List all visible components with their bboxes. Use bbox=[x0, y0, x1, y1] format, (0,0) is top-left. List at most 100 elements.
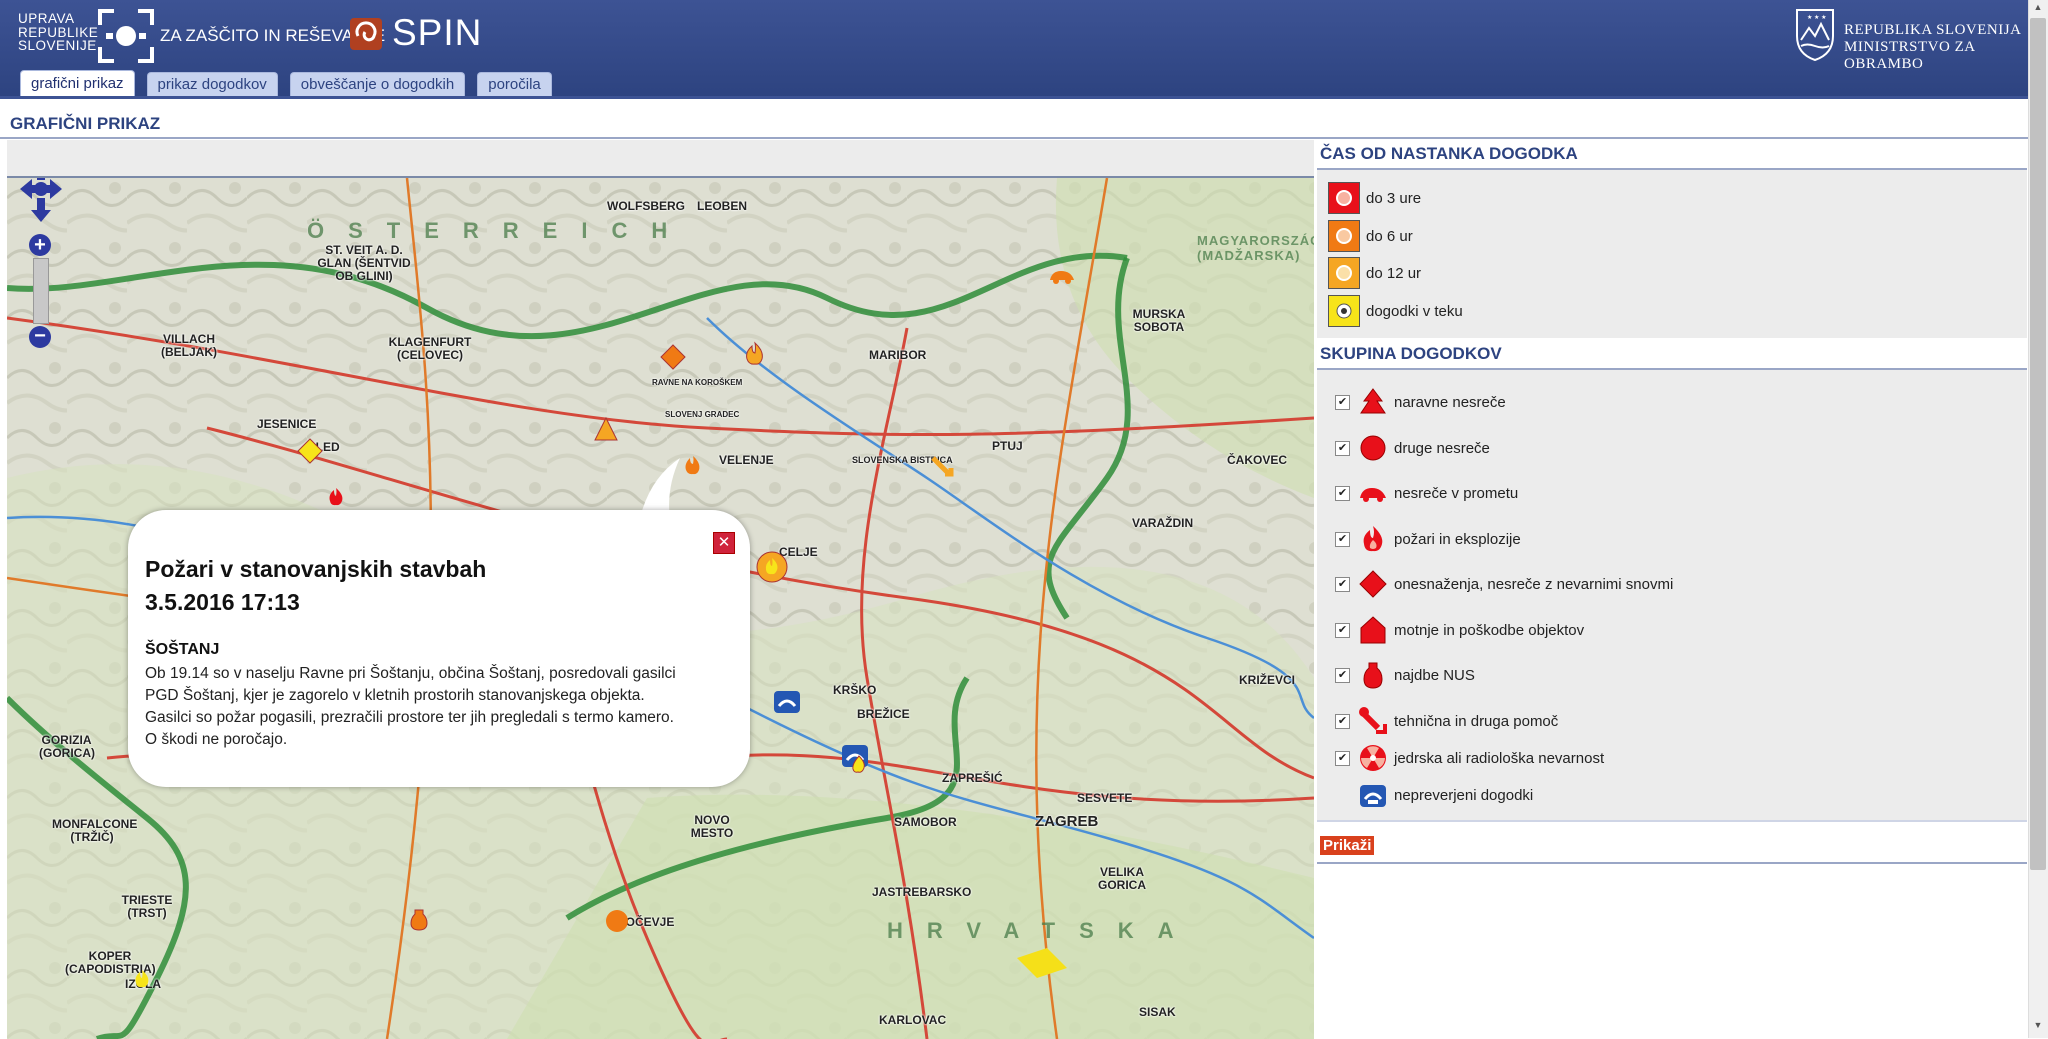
header: UPRAVA REPUBLIKE SLOVENIJE ZA ZAŠČITO IN… bbox=[0, 0, 2028, 98]
map-label: VILLACH (BELJAK) bbox=[161, 332, 217, 359]
legend-swatch bbox=[1328, 182, 1360, 214]
group-label: onesnaženja, nesreče z nevarnimi snovmi bbox=[1394, 575, 1674, 593]
map-marker-fire[interactable] bbox=[755, 550, 791, 584]
map-label: BREŽICE bbox=[857, 707, 910, 721]
group-item-naravne[interactable]: ✔ naravne nesreče bbox=[1335, 387, 1506, 417]
tab-obvescanje[interactable]: obveščanje o dogodkih bbox=[289, 72, 466, 97]
map-marker-other[interactable] bbox=[604, 908, 630, 934]
coat-of-arms-icon: ★ ★ ★ bbox=[1796, 9, 1834, 62]
group-item-nus[interactable]: ✔ najdbe NUS bbox=[1335, 660, 1475, 690]
map-label: MONFALCONE (TRŽIČ) bbox=[52, 817, 138, 844]
map-marker-nus[interactable] bbox=[409, 906, 429, 932]
group-checkbox[interactable]: ✔ bbox=[1335, 667, 1350, 683]
group-item-druge[interactable]: ✔ druge nesreče bbox=[1335, 433, 1490, 463]
pan-control[interactable] bbox=[18, 176, 64, 224]
urszr-logo-text: UPRAVA REPUBLIKE SLOVENIJE bbox=[18, 12, 98, 53]
grenade-icon bbox=[1363, 662, 1383, 689]
group-item-motnje[interactable]: ✔ motnje in poškodbe objektov bbox=[1335, 615, 1584, 645]
map-label: KARLOVAC bbox=[879, 1013, 947, 1027]
page-title: GRAFIČNI PRIKAZ bbox=[10, 114, 161, 133]
phone-icon bbox=[1360, 785, 1386, 807]
filter-panel: ČAS OD NASTANKA DOGODKA do 3 ure do 6 ur… bbox=[1317, 140, 2027, 1038]
map-marker-fire[interactable] bbox=[681, 454, 705, 476]
map-label: MARIBOR bbox=[869, 348, 927, 362]
map-marker-unverified[interactable] bbox=[773, 690, 801, 714]
time-section-title: ČAS OD NASTANKA DOGODKA bbox=[1320, 144, 1578, 163]
region-label: MAGYARORSZÁG (MADŽARSKA) bbox=[1197, 233, 1314, 263]
logo-line: SLOVENIJE bbox=[18, 38, 97, 53]
group-checkbox[interactable]: ✔ bbox=[1335, 750, 1350, 766]
map-label: MURSKA SOBOTA bbox=[1132, 307, 1186, 334]
group-checkbox[interactable]: ✔ bbox=[1335, 576, 1350, 592]
map-marker-unverified[interactable] bbox=[841, 744, 871, 774]
map-label: ČAKOVEC bbox=[1227, 453, 1288, 467]
group-item-nepreverjeni[interactable]: nepreverjeni dogodki bbox=[1335, 780, 1533, 810]
map-label: GORIZIA (GORICA) bbox=[39, 733, 95, 760]
zoom-in-button[interactable]: + bbox=[29, 234, 51, 256]
map-marker-traffic[interactable] bbox=[1047, 266, 1077, 286]
map-label: JESENICE bbox=[257, 417, 317, 431]
group-checkbox[interactable]: ✔ bbox=[1335, 531, 1350, 547]
circle-icon bbox=[1360, 435, 1386, 461]
tab-prikaz-dogodkov[interactable]: prikaz dogodkov bbox=[146, 72, 278, 97]
group-label: najdbe NUS bbox=[1394, 666, 1475, 684]
close-icon[interactable]: ✕ bbox=[713, 532, 735, 554]
group-label: motnje in poškodbe objektov bbox=[1394, 621, 1585, 639]
group-checkbox[interactable]: ✔ bbox=[1335, 622, 1350, 638]
divider bbox=[1317, 862, 2027, 864]
legend-swatch bbox=[1328, 295, 1360, 327]
legend-label: do 3 ure bbox=[1366, 189, 1422, 207]
map-marker-pollution[interactable] bbox=[297, 438, 323, 464]
group-checkbox[interactable]: ✔ bbox=[1335, 713, 1350, 729]
divider bbox=[1317, 820, 2027, 822]
group-item-onesnazenja[interactable]: ✔ onesnaženja, nesreče z nevarnimi snovm… bbox=[1335, 569, 1673, 599]
spin-logo-icon bbox=[350, 18, 382, 50]
map-label: ST. VEIT A. D. GLAN (ŠENTVID OB GLINI) bbox=[317, 243, 411, 283]
popup-event-type: Požari v stanovanjskih stavbah bbox=[145, 556, 487, 582]
map-label: ZAGREB bbox=[1035, 813, 1099, 830]
urszr-logo-icon bbox=[98, 9, 154, 63]
scrollbar-thumb[interactable] bbox=[2030, 18, 2046, 870]
group-checkbox[interactable]: ✔ bbox=[1335, 440, 1350, 456]
group-label: tehnična in druga pomoč bbox=[1394, 712, 1559, 730]
tab-graficni-prikaz[interactable]: grafični prikaz bbox=[20, 70, 135, 97]
map-marker-pollution[interactable] bbox=[660, 344, 686, 370]
scroll-down-icon[interactable]: ▼ bbox=[2031, 1020, 2045, 1034]
map-label: SESVETE bbox=[1077, 791, 1133, 805]
scroll-up-icon[interactable]: ▲ bbox=[2031, 2, 2045, 16]
group-label: naravne nesreče bbox=[1394, 393, 1506, 411]
legend-swatch bbox=[1328, 257, 1360, 289]
map-marker-fire[interactable] bbox=[131, 968, 153, 990]
diamond-icon bbox=[1359, 570, 1387, 598]
group-label: druge nesreče bbox=[1394, 439, 1490, 457]
legend-label: do 6 ur bbox=[1366, 227, 1413, 245]
map-label: SAMOBOR bbox=[894, 815, 957, 829]
ministry-line: REPUBLIKA SLOVENIJA bbox=[1844, 22, 2022, 38]
map-marker-fire[interactable] bbox=[742, 341, 768, 365]
group-item-promet[interactable]: ✔ nesreče v prometu bbox=[1335, 478, 1518, 508]
group-checkbox[interactable]: ✔ bbox=[1335, 485, 1350, 501]
main-tabs: grafični prikaz prikaz dogodkov obveščan… bbox=[20, 70, 552, 97]
group-item-jedrska[interactable]: ✔ jedrska ali radiološka nevarnost bbox=[1335, 743, 1604, 773]
group-checkbox[interactable]: ✔ bbox=[1335, 394, 1350, 410]
house-icon bbox=[1360, 616, 1386, 644]
group-item-pozari[interactable]: ✔ požari in eksplozije bbox=[1335, 524, 1521, 554]
group-item-tehnicna[interactable]: ✔ tehnična in druga pomoč bbox=[1335, 706, 1558, 736]
group-label: jedrska ali radiološka nevarnost bbox=[1394, 749, 1605, 767]
legend-item-6h: do 6 ur bbox=[1328, 220, 1413, 252]
zoom-slider[interactable] bbox=[33, 258, 49, 324]
ministry-line: MINISTRSTVO ZA OBRAMBO bbox=[1844, 39, 1975, 72]
zoom-out-button[interactable]: − bbox=[29, 326, 51, 348]
map-marker-fire[interactable] bbox=[325, 486, 347, 508]
map-marker-natural[interactable] bbox=[593, 416, 619, 442]
zoom-control[interactable]: + − bbox=[29, 234, 53, 352]
show-button[interactable]: Prikaži bbox=[1320, 836, 1375, 855]
map-label: SLOVENJ GRADEC bbox=[665, 410, 740, 419]
map-label: VELIKA GORICA bbox=[1098, 865, 1146, 892]
map-toolbar bbox=[7, 140, 1314, 177]
tab-porocila[interactable]: poročila bbox=[477, 72, 552, 97]
map-marker-technical[interactable] bbox=[929, 454, 955, 478]
legend-label: do 12 ur bbox=[1366, 264, 1422, 282]
map-label: TRIESTE (TRST) bbox=[121, 893, 173, 920]
map-label: VARAŽDIN bbox=[1132, 516, 1194, 530]
